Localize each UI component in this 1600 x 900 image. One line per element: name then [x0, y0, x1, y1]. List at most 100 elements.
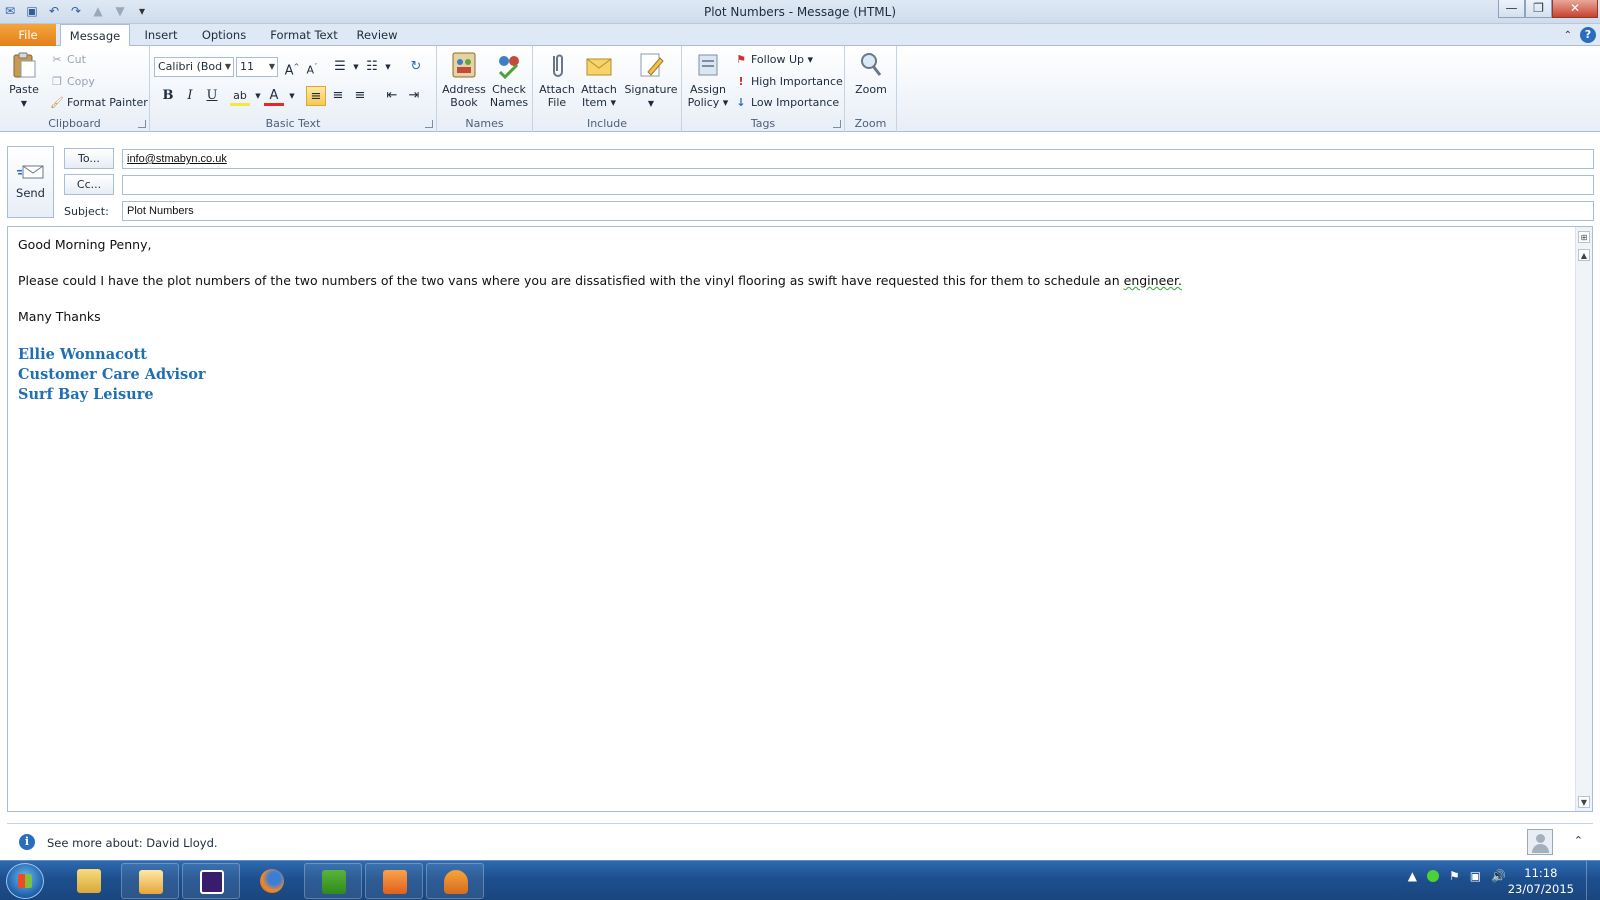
highlight-icon[interactable]: ab: [230, 86, 250, 106]
font-name-dropdown[interactable]: Calibri (Bod ▼: [154, 57, 234, 77]
people-pane-text[interactable]: See more about: David Lloyd.: [47, 836, 218, 850]
tab-format-text[interactable]: Format Text: [264, 24, 344, 46]
tags-group: Assign Policy ▾ ⚑ Follow Up ▾ ! High Import…: [682, 46, 845, 132]
scroll-up-icon[interactable]: ▲: [1578, 249, 1590, 261]
align-center-button[interactable]: ≡: [328, 86, 348, 106]
volume-icon[interactable]: 🔊: [1491, 869, 1506, 883]
signature-button[interactable]: Signature ▼: [623, 50, 679, 110]
magnifier-icon: [861, 53, 882, 76]
start-button[interactable]: [6, 863, 44, 899]
send-button[interactable]: Send: [7, 146, 54, 218]
paperclip-icon: [553, 54, 563, 77]
show-desktop-button[interactable]: [1586, 861, 1600, 900]
chevron-down-icon: ▼: [224, 62, 231, 71]
signature-icon: [640, 53, 664, 77]
minimize-button[interactable]: —: [1498, 0, 1525, 18]
include-group: Attach File Attach Item ▾ Signature ▼ Incl…: [533, 46, 682, 132]
taskbar-contacts[interactable]: [426, 863, 484, 899]
avatar[interactable]: [1527, 829, 1553, 855]
tab-options[interactable]: Options: [196, 24, 252, 46]
cut-button[interactable]: ✂ Cut: [50, 51, 86, 69]
bold-button[interactable]: B: [158, 86, 178, 106]
taskbar-pdf[interactable]: [365, 863, 423, 899]
exclamation-icon: !: [738, 75, 744, 88]
address-book-button[interactable]: Address Book: [441, 50, 487, 109]
dialog-launcher-icon[interactable]: [425, 120, 433, 128]
clock[interactable]: 11:18 23/07/2015: [1508, 865, 1574, 897]
title-bar: ✉ ▣ ↶ ↷ ▲ ▼ ▾ Plot Numbers - Message (HT…: [0, 0, 1600, 24]
low-importance-button[interactable]: ↓ Low Importance: [734, 94, 839, 112]
minimize-ribbon-icon[interactable]: ⌃: [1564, 30, 1572, 41]
folder-icon: [77, 869, 101, 893]
taskbar-sage[interactable]: [304, 863, 362, 899]
message-body[interactable]: Good Morning Penny, Please could I have …: [7, 226, 1593, 812]
taskbar-explorer[interactable]: [60, 863, 118, 899]
calendar-grid-icon: [200, 870, 224, 894]
increase-indent-icon[interactable]: ⇥: [404, 86, 424, 106]
taskbar-outlook[interactable]: [121, 863, 179, 899]
shrink-font-button[interactable]: Aˇ: [302, 57, 322, 77]
status-icon[interactable]: [1426, 870, 1439, 882]
close-button[interactable]: ✕: [1552, 0, 1598, 18]
taskbar: ▲ ⚑ ▣ 🔊 11:18 23/07/2015: [0, 860, 1600, 900]
scissors-icon: ✂: [52, 53, 62, 66]
maximize-button[interactable]: ❐: [1525, 0, 1552, 18]
chevron-down-icon[interactable]: ▼: [282, 86, 302, 106]
tab-file[interactable]: File: [0, 24, 56, 46]
dialog-launcher-icon[interactable]: [833, 120, 841, 128]
zoom-button[interactable]: Zoom: [849, 50, 893, 96]
decrease-indent-icon[interactable]: ⇤: [382, 86, 402, 106]
check-names-button[interactable]: Check Names: [487, 50, 531, 109]
align-right-button[interactable]: ≡: [350, 86, 370, 106]
group-label: Basic Text: [265, 117, 321, 130]
font-size-dropdown[interactable]: 11 ▼: [236, 57, 278, 77]
paste-button[interactable]: Paste ▼: [6, 50, 42, 110]
chevron-down-icon[interactable]: ▼: [378, 57, 398, 77]
follow-up-button[interactable]: ⚑ Follow Up ▾: [734, 51, 813, 69]
subject-field[interactable]: Plot Numbers: [122, 201, 1594, 221]
network-icon[interactable]: ▣: [1470, 869, 1481, 883]
to-field[interactable]: info@stmabyn.co.uk: [122, 149, 1594, 169]
italic-button[interactable]: I: [180, 86, 200, 106]
high-importance-button[interactable]: ! High Importance: [734, 73, 842, 91]
vertical-scrollbar[interactable]: ⊞ ▲ ▼: [1575, 227, 1592, 811]
tab-insert[interactable]: Insert: [136, 24, 186, 46]
align-left-button[interactable]: ≡: [306, 86, 326, 106]
signature-company: Surf Bay Leisure: [18, 386, 154, 403]
send-icon: [16, 165, 43, 179]
message-text[interactable]: Good Morning Penny, Please could I have …: [18, 237, 1182, 405]
tab-message[interactable]: Message: [60, 24, 130, 47]
taskbar-firefox[interactable]: [243, 863, 301, 899]
main-paragraph: Please could I have the plot numbers of …: [18, 273, 1182, 288]
cc-field[interactable]: [122, 175, 1594, 195]
ruler-toggle-icon[interactable]: ⊞: [1578, 231, 1590, 243]
names-group: Address Book Check Names Names: [437, 46, 533, 132]
tab-review[interactable]: Review: [352, 24, 402, 46]
cc-button[interactable]: Cc...: [64, 174, 114, 195]
assign-policy-button[interactable]: Assign Policy ▾: [686, 50, 730, 109]
copy-button[interactable]: ❐ Copy: [50, 73, 95, 91]
to-button[interactable]: To...: [64, 148, 114, 169]
font-color-icon[interactable]: A: [264, 86, 284, 106]
clear-formatting-icon[interactable]: ↻: [406, 57, 426, 77]
format-painter-button[interactable]: 🖌 Format Painter: [50, 94, 148, 112]
grow-font-button[interactable]: A^: [282, 57, 302, 78]
zoom-group: Zoom Zoom: [845, 46, 897, 132]
underline-button[interactable]: U: [202, 86, 222, 106]
signature-name: Ellie Wonnacott: [18, 346, 147, 363]
help-icon[interactable]: ?: [1580, 27, 1596, 43]
chevron-up-icon[interactable]: ⌃: [1574, 834, 1583, 847]
to-recipient[interactable]: info@stmabyn.co.uk: [127, 153, 227, 165]
check-names-icon: [498, 56, 519, 80]
dialog-launcher-icon[interactable]: [138, 120, 146, 128]
taskbar-calendar-app[interactable]: [182, 863, 240, 899]
outlook-icon: [139, 870, 163, 894]
attach-file-button[interactable]: Attach File: [537, 50, 577, 109]
flag-icon[interactable]: ⚑: [1449, 869, 1460, 883]
attach-item-button[interactable]: Attach Item ▾: [579, 50, 619, 109]
pdf-icon: [383, 870, 407, 894]
scroll-down-icon[interactable]: ▼: [1578, 796, 1590, 808]
down-arrow-icon: ↓: [736, 96, 746, 109]
tray-expand-icon[interactable]: ▲: [1408, 869, 1417, 883]
policy-icon: [698, 54, 718, 76]
